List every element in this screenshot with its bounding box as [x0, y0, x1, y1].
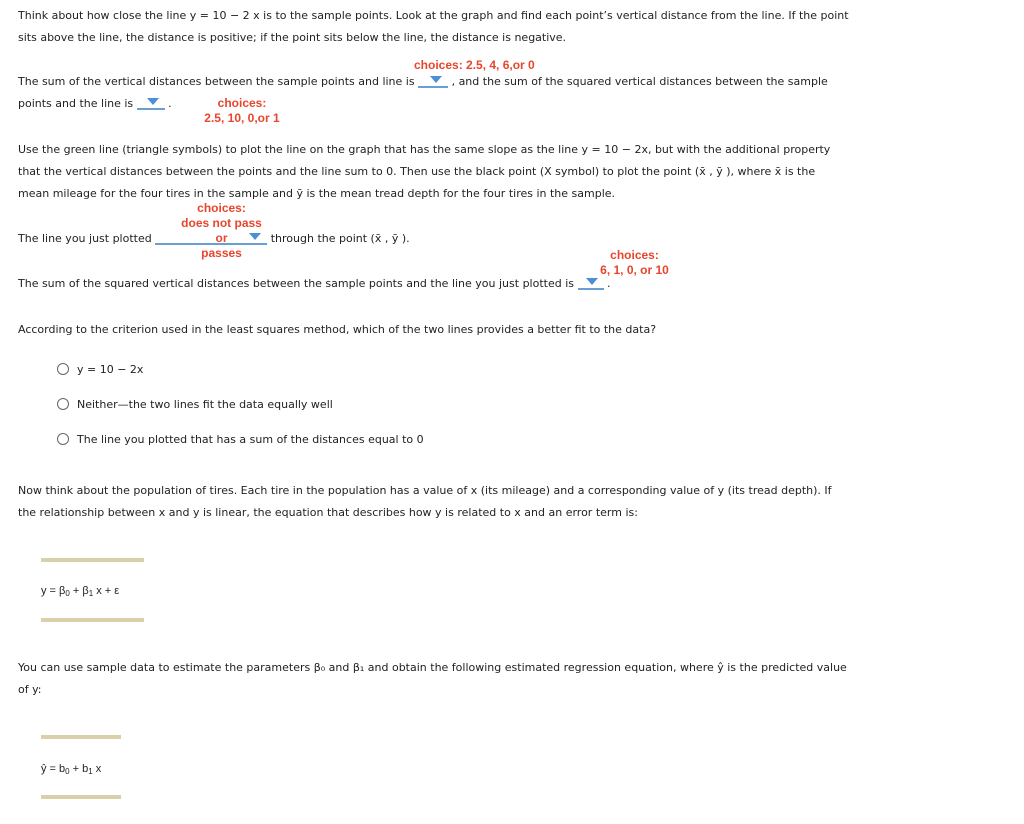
equation-divider-bottom: [41, 795, 121, 799]
q1-text-b: , and the sum of the squared vertical di…: [451, 75, 828, 88]
estimate-line-2: of y:: [18, 683, 42, 696]
q2-text-a: The line you just plotted: [18, 232, 152, 245]
chevron-down-icon: [585, 278, 598, 285]
estimate-line-1: You can use sample data to estimate the …: [18, 661, 847, 674]
passes-through-dropdown[interactable]: [155, 229, 268, 245]
option-label: Neither—the two lines fit the data equal…: [77, 398, 333, 411]
q1-text-c: points and the line is: [18, 97, 134, 110]
radio-button[interactable]: [57, 433, 69, 445]
eq-part: x: [92, 763, 102, 775]
chevron-down-icon: [430, 76, 443, 83]
chevron-down-icon: [146, 98, 159, 105]
choices-hint-label: choices:: [217, 96, 267, 110]
intro-line-1: Think about how close the line y = 10 − …: [18, 9, 849, 22]
choices-hint-q1b: choices: 2.5, 10, 0,or 1: [202, 96, 282, 126]
q2-text-b: through the point (x̄ , ȳ ).: [270, 232, 410, 245]
option-plotted-line[interactable]: The line you plotted that has a sum of t…: [57, 432, 424, 448]
equation-divider-top: [41, 558, 144, 562]
choices-hint-values: 2.5, 10, 0,or 1: [204, 111, 280, 125]
choices-hint-label: choices:: [197, 201, 246, 215]
equation-divider-bottom: [41, 618, 144, 622]
sum-squared-plotted-dropdown[interactable]: [577, 274, 604, 290]
sum-distances-dropdown[interactable]: [418, 72, 449, 88]
option-label: y = 10 − 2x: [77, 363, 144, 376]
q3-text-b: .: [607, 277, 611, 290]
equation-divider-top: [41, 735, 121, 739]
option-y-10-2x[interactable]: y = 10 − 2x: [57, 362, 143, 378]
chevron-down-icon: [249, 233, 262, 240]
choices-hint-label: choices:: [610, 248, 659, 262]
population-line-2: the relationship between x and y is line…: [18, 506, 638, 519]
eq-part: ŷ = b: [41, 763, 66, 775]
q3-sentence: The sum of the squared vertical distance…: [18, 273, 611, 295]
eq-part: + b: [69, 763, 89, 775]
q1-sentence-line-1: The sum of the vertical distances betwee…: [18, 71, 828, 93]
plot-instructions-line-3: mean mileage for the four tires in the s…: [18, 187, 616, 200]
q1-text-d: .: [168, 97, 172, 110]
intro-line-2: sits above the line, the distance is pos…: [18, 31, 567, 44]
radio-button[interactable]: [57, 398, 69, 410]
sum-squared-distances-dropdown[interactable]: [136, 94, 165, 110]
radio-button[interactable]: [57, 363, 69, 375]
population-regression-equation: y = β0 + β1 x + ε: [41, 585, 119, 598]
q2-sentence: The line you just plotted through the po…: [18, 228, 410, 250]
q1-text-a: The sum of the vertical distances betwee…: [18, 75, 415, 88]
q3-text-a: The sum of the squared vertical distance…: [18, 277, 574, 290]
plot-instructions-line-1: Use the green line (triangle symbols) to…: [18, 143, 831, 156]
q4-question: According to the criterion used in the l…: [18, 323, 657, 336]
option-neither[interactable]: Neither—the two lines fit the data equal…: [57, 397, 333, 413]
eq-part: x + ε: [93, 585, 120, 597]
eq-part: y = β: [41, 585, 66, 597]
option-label: The line you plotted that has a sum of t…: [77, 433, 424, 446]
estimated-regression-equation: ŷ = b0 + b1 x: [41, 763, 101, 776]
population-line-1: Now think about the population of tires.…: [18, 484, 832, 497]
eq-part: + β: [69, 585, 89, 597]
plot-instructions-line-2: that the vertical distances between the …: [18, 165, 816, 178]
q1-sentence-line-2: points and the line is .: [18, 93, 172, 115]
